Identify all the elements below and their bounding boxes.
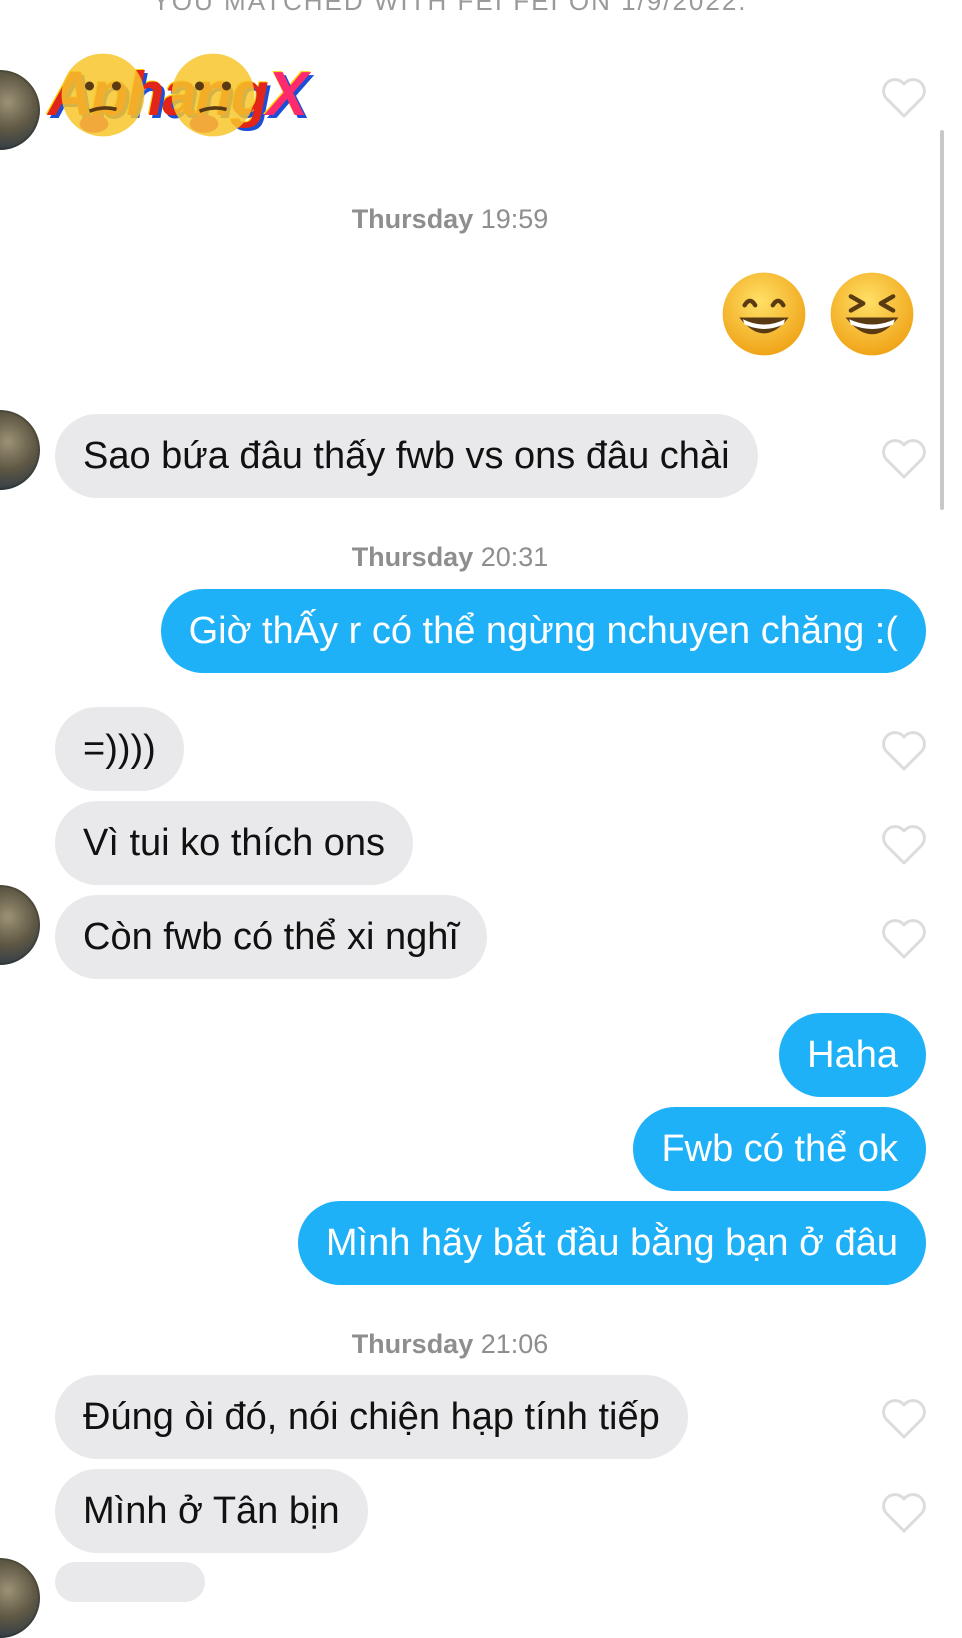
timestamp: Thursday 20:31 — [0, 542, 900, 573]
heart-outline-icon[interactable] — [880, 1490, 928, 1534]
heart-outline-icon[interactable] — [880, 728, 928, 772]
timestamp-time: 20:31 — [480, 542, 549, 572]
heart-outline-icon[interactable] — [880, 1396, 928, 1440]
message-bubble-outgoing[interactable]: Giờ thẤy r có thể ngừng nchuyen chăng :( — [160, 589, 926, 673]
timestamp-day: Thursday — [351, 542, 474, 572]
watermark-logo-x: X — [266, 60, 308, 129]
scrollbar[interactable] — [940, 130, 944, 510]
message-bubble-incoming[interactable]: Mình ở Tân bịn — [55, 1469, 368, 1553]
message-bubble-incoming-partial[interactable] — [55, 1562, 205, 1602]
message-bubble-incoming[interactable]: Còn fwb có thể xi nghĩ — [55, 895, 487, 979]
avatar[interactable] — [0, 1558, 40, 1638]
heart-outline-icon[interactable] — [880, 436, 928, 480]
thinking-face-emoji-icon — [61, 53, 145, 137]
message-bubble-outgoing[interactable]: Haha — [779, 1013, 926, 1097]
heart-outline-icon[interactable] — [880, 75, 928, 119]
message-bubble-incoming[interactable]: =)))) — [55, 707, 184, 791]
timestamp-day: Thursday — [351, 204, 474, 234]
grinning-face-emoji-icon[interactable] — [720, 270, 808, 358]
heart-outline-icon[interactable] — [880, 916, 928, 960]
avatar[interactable] — [0, 410, 40, 490]
message-bubble-incoming[interactable]: Vì tui ko thích ons — [55, 801, 414, 885]
message-bubble-outgoing[interactable]: Fwb có thể ok — [633, 1107, 926, 1191]
squinting-face-emoji-icon[interactable] — [828, 270, 916, 358]
timestamp: Thursday 19:59 — [0, 204, 900, 235]
heart-outline-icon[interactable] — [880, 822, 928, 866]
timestamp-time: 21:06 — [480, 1329, 549, 1359]
avatar[interactable] — [0, 70, 40, 150]
message-bubble-incoming[interactable]: Đúng òi đó, nói chiện hạp tính tiếp — [55, 1375, 688, 1459]
message-bubble-incoming[interactable]: Sao bứa đâu thấy fwb vs ons đâu chài — [55, 414, 758, 498]
thinking-face-emoji-icon — [171, 53, 255, 137]
message-bubble-outgoing[interactable]: Mình hãy bắt đầu bằng bạn ở đâu — [297, 1201, 926, 1285]
timestamp: Thursday 21:06 — [0, 1329, 900, 1360]
timestamp-time: 19:59 — [480, 204, 549, 234]
timestamp-day: Thursday — [351, 1329, 474, 1359]
avatar[interactable] — [0, 885, 40, 965]
match-banner: YOU MATCHED WITH FEI FEI ON 1/9/2022. — [152, 0, 748, 16]
